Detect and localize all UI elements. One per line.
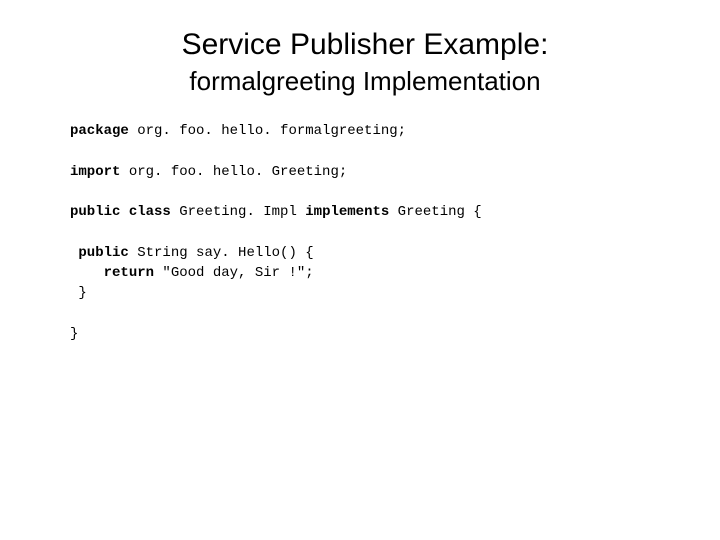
keyword-public: public — [70, 204, 120, 220]
keyword-import: import — [70, 164, 120, 180]
import-name: org. foo. hello. Greeting; — [120, 164, 347, 180]
keyword-implements: implements — [305, 204, 389, 220]
slide-title: Service Publisher Example: — [70, 28, 660, 62]
close-brace-method: } — [70, 285, 87, 301]
close-brace-class: } — [70, 326, 78, 342]
class-name: Greeting. Impl — [171, 204, 305, 220]
keyword-public-method: public — [78, 245, 128, 261]
method-signature: String say. Hello() { — [129, 245, 314, 261]
return-value: "Good day, Sir !"; — [154, 265, 314, 281]
package-name: org. foo. hello. formalgreeting; — [129, 123, 406, 139]
code-block: package org. foo. hello. formalgreeting;… — [70, 121, 660, 344]
slide-subtitle: formalgreeting Implementation — [70, 66, 660, 97]
keyword-return: return — [104, 265, 154, 281]
keyword-package: package — [70, 123, 129, 139]
interface-name: Greeting { — [389, 204, 481, 220]
keyword-class: class — [120, 204, 170, 220]
